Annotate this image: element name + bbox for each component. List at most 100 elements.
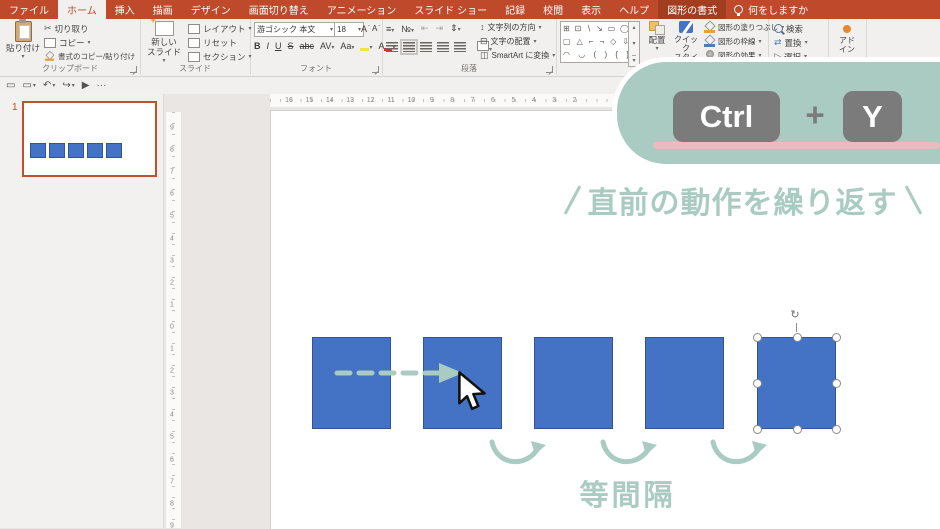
shape-glyph-icon[interactable]: ↘ [596, 24, 603, 33]
cut-button[interactable]: ✂ 切り取り [44, 22, 89, 35]
qat-start-slideshow-button[interactable]: ▶ [82, 80, 90, 91]
shrink-font-label: A [372, 24, 378, 33]
shape-glyph-icon[interactable]: ⌐ [589, 37, 594, 46]
change-case-button[interactable]: Aa▾ [340, 41, 354, 51]
shrink-font-button[interactable]: Aˇ [372, 22, 380, 35]
copy-button[interactable]: コピー ▾ [44, 36, 91, 49]
qat-repeat-button[interactable]: ↪ ▾ [62, 80, 74, 91]
shape-glyph-icon[interactable]: ◡ [578, 51, 585, 59]
chevron-down-icon: ▾ [391, 27, 395, 34]
blue-square-shape-4[interactable] [645, 337, 724, 429]
selection-handle[interactable] [753, 425, 762, 434]
numbering-button[interactable]: №▾ [401, 24, 414, 34]
blue-square-shape-3[interactable] [534, 337, 613, 429]
selection-handle[interactable] [792, 425, 802, 434]
qat-more-commands-button[interactable]: ··· [96, 80, 106, 91]
shape-glyph-icon[interactable]: ( [594, 51, 597, 59]
paragraph-dialog-launcher[interactable] [546, 66, 553, 73]
tab-view[interactable]: 表示 [572, 0, 610, 19]
slide-thumbnail[interactable] [22, 101, 157, 177]
tab-file[interactable]: ファイル [0, 0, 58, 19]
decrease-indent-button[interactable]: ⇤ [421, 23, 429, 34]
tab-draw[interactable]: 描画 [144, 0, 182, 19]
shape-glyph-icon[interactable]: ¬ [599, 37, 604, 46]
h-ruler-number: 9 [429, 97, 434, 104]
strikethrough-button[interactable]: S [288, 41, 294, 51]
increase-indent-button[interactable]: ⇥ [436, 23, 444, 34]
shape-glyph-icon[interactable]: ⊞ [563, 24, 570, 33]
replace-button[interactable]: ⇄ 置換 ▾ [774, 36, 808, 49]
shapes-gallery[interactable]: ⊞⊡∖↘▭◯▢△⌐¬◇⇩◠◡(){} [560, 21, 632, 63]
selection-handle[interactable] [832, 333, 841, 342]
align-right-button[interactable] [420, 41, 432, 52]
section-button[interactable]: セクション ▾ [188, 50, 252, 63]
tab-home[interactable]: ホーム [58, 0, 106, 19]
shape-glyph-icon[interactable]: ⊡ [575, 24, 582, 33]
selection-handle[interactable] [753, 333, 762, 342]
align-left-button[interactable] [386, 41, 398, 52]
tab-slideshow[interactable]: スライド ショー [405, 0, 496, 19]
tab-review[interactable]: 校閲 [534, 0, 572, 19]
tab-transitions[interactable]: 画面切り替え [240, 0, 318, 19]
underline-button[interactable]: U [275, 41, 282, 51]
plus-sign: + [805, 96, 825, 133]
qat-slide-layout-button[interactable]: ▭ ▾ [22, 80, 35, 91]
shape-glyph-icon[interactable]: ◠ [563, 51, 570, 59]
reset-button[interactable]: リセット [188, 36, 237, 49]
grow-font-button[interactable]: Aˆ [361, 22, 370, 35]
selection-handle[interactable] [832, 425, 841, 434]
shape-glyph-icon[interactable]: ▢ [563, 37, 571, 46]
tab-record[interactable]: 記録 [496, 0, 534, 19]
format-painter-button[interactable]: 書式のコピー/貼り付け [44, 50, 135, 63]
convert-smartart-button[interactable]: ◫ SmartArt に変換 ▾ [480, 49, 555, 61]
align-center-button[interactable] [400, 38, 418, 55]
shape-glyph-icon[interactable]: ∖ [586, 24, 591, 33]
clipboard-dialog-launcher[interactable] [130, 66, 137, 73]
char-spacing-button[interactable]: AV▾ [320, 41, 334, 51]
rotation-handle[interactable]: ↻ [789, 309, 802, 322]
quick-styles-icon [679, 21, 693, 33]
slide-layout-icon: ▭ [22, 79, 32, 91]
selection-handle[interactable] [753, 379, 762, 388]
tell-me-box[interactable]: 何をしますか [726, 0, 816, 19]
tab-insert[interactable]: 挿入 [106, 0, 144, 19]
paste-button[interactable]: 貼り付け ▾ [6, 19, 40, 61]
blue-square-shape-5[interactable] [757, 337, 836, 429]
replace-icon: ⇄ [774, 37, 782, 47]
shapes-gallery-scrollbar[interactable]: ▴ ▾ ▾ [628, 21, 640, 67]
tab-design[interactable]: デザイン [182, 0, 240, 19]
qat-view-normal-button[interactable]: ▭ [6, 80, 15, 91]
selection-handle[interactable] [792, 333, 802, 342]
shape-glyph-icon[interactable]: △ [577, 37, 583, 46]
bullets-button[interactable]: ≡▾ [386, 24, 394, 34]
shape-glyph-icon[interactable]: ◇ [610, 37, 616, 46]
h-ruler-number: 16 [285, 97, 293, 104]
line-spacing-button[interactable]: ⇕▾ [450, 23, 461, 34]
italic-button[interactable]: I [267, 41, 270, 51]
layout-button[interactable]: レイアウト ▾ [188, 22, 252, 35]
text-direction-button[interactable]: ↕ 文字列の方向 ▾ [480, 21, 555, 33]
selection-handle[interactable] [832, 379, 841, 388]
justify-button[interactable] [437, 41, 449, 52]
shape-glyph-icon[interactable]: ) [604, 51, 607, 59]
find-button[interactable]: 検索 [774, 22, 803, 35]
tab-shape-format[interactable]: 図形の書式 [658, 0, 727, 19]
font-name-box[interactable]: 游ゴシック 本文 ▾ [254, 22, 336, 37]
distribute-button[interactable] [454, 41, 466, 52]
highlight-button[interactable]: ▾ [360, 41, 372, 51]
font-dialog-launcher[interactable] [372, 66, 379, 73]
qat-undo-button[interactable]: ↶ ▾ [43, 80, 55, 91]
tab-animations[interactable]: アニメーション [318, 0, 406, 19]
new-slide-button[interactable]: 新しい スライド ▾ [144, 15, 184, 64]
shape-glyph-icon[interactable]: ▭ [608, 24, 616, 33]
bold-button[interactable]: B [254, 41, 261, 51]
addins-button[interactable]: アド イン [828, 21, 866, 54]
align-text-button[interactable]: ⊟ 文字の配置 ▾ [480, 35, 555, 47]
v-ruler-number: 7 [170, 478, 174, 486]
font-size-box[interactable]: 18 ▾ [334, 22, 364, 37]
strikethrough-abc-button[interactable]: abc [300, 41, 315, 51]
left-slash-decoration [563, 185, 581, 215]
arrange-button[interactable]: 配置 ▾ [644, 21, 670, 53]
shape-glyph-icon[interactable]: { [615, 51, 618, 59]
tab-help[interactable]: ヘルプ [610, 0, 658, 19]
